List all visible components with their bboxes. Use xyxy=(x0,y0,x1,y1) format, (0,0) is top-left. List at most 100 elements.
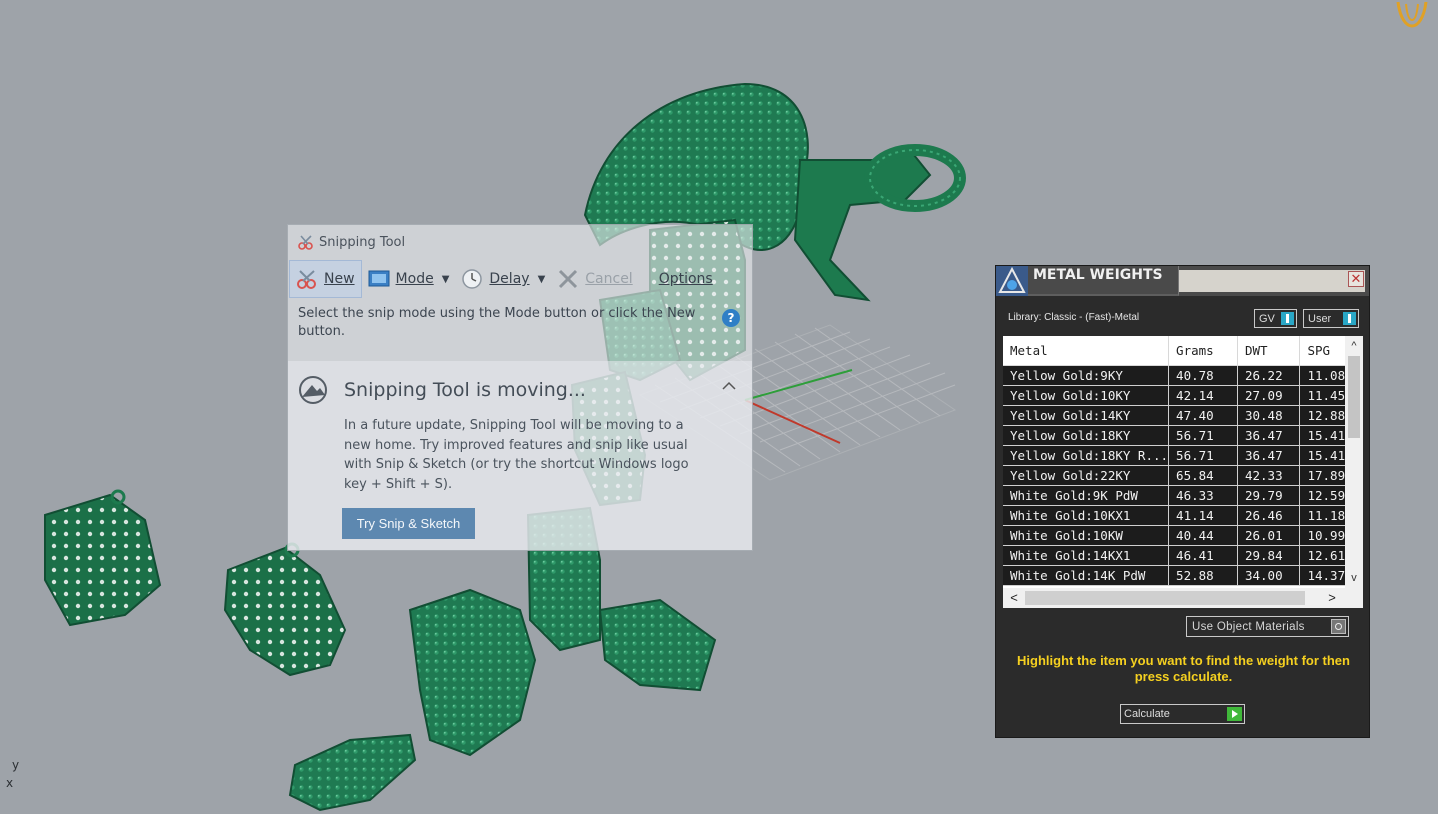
table-cell: White Gold:14KX1 xyxy=(1003,545,1170,566)
table-cell: 40.44 xyxy=(1168,525,1238,546)
table-cell: 56.71 xyxy=(1168,425,1238,446)
scrollbar-thumb[interactable] xyxy=(1025,591,1305,605)
table-cell: White Gold:9K PdW xyxy=(1003,485,1170,506)
notice-heading: Snipping Tool is moving... xyxy=(298,375,586,405)
scroll-left-icon[interactable]: < xyxy=(1005,588,1023,608)
metal-weights-header[interactable]: METAL WEIGHTS ✕ xyxy=(996,266,1369,296)
table-cell: 42.33 xyxy=(1237,465,1301,486)
cancel-button[interactable]: Cancel xyxy=(551,260,638,298)
rectangle-mode-icon xyxy=(368,270,390,287)
metal-table: Metal Grams DWT SPG Yellow Gold:9KY 40.78… xyxy=(1003,336,1363,586)
options-button-label: Options xyxy=(658,271,713,287)
table-cell: 26.22 xyxy=(1237,365,1301,386)
axis-x-label: x xyxy=(6,776,14,790)
mode-button[interactable]: Mode ▼ xyxy=(362,260,456,298)
cancel-button-label: Cancel xyxy=(585,271,633,287)
horizontal-scrollbar[interactable]: < > xyxy=(1003,588,1363,608)
vertical-scrollbar[interactable]: ^ v xyxy=(1345,336,1363,588)
scroll-right-icon[interactable]: > xyxy=(1323,588,1341,608)
column-header[interactable]: Metal xyxy=(1003,336,1170,366)
chevron-down-icon: ▼ xyxy=(441,273,450,285)
clock-icon xyxy=(462,269,483,289)
table-cell: Yellow Gold:14KY xyxy=(1003,405,1170,426)
table-cell: 41.14 xyxy=(1168,505,1238,526)
metal-weights-panel: METAL WEIGHTS ✕ Library: Classic - (Fast… xyxy=(995,265,1370,738)
table-header-row: Metal Grams DWT SPG xyxy=(1003,336,1363,366)
instruction-area: Select the snip mode using the Mode butt… xyxy=(288,299,752,339)
user-toggle[interactable]: User xyxy=(1303,309,1359,328)
notice-heading-text: Snipping Tool is moving... xyxy=(344,379,586,401)
gold-emblem-icon xyxy=(1396,1,1428,28)
table-cell: 27.09 xyxy=(1237,385,1301,406)
table-cell: Yellow Gold:22KY xyxy=(1003,465,1170,486)
table-cell: Yellow Gold:10KY xyxy=(1003,385,1170,406)
table-row[interactable]: White Gold:9K PdW 46.33 29.79 12.59 xyxy=(1003,485,1363,506)
delay-button[interactable]: Delay ▼ xyxy=(455,260,551,298)
column-header[interactable]: Grams xyxy=(1168,336,1238,366)
table-cell: Yellow Gold:18KY R... xyxy=(1003,445,1170,466)
scroll-down-icon[interactable]: v xyxy=(1345,570,1363,586)
table-cell: 52.88 xyxy=(1168,565,1238,586)
table-cell: 36.47 xyxy=(1237,425,1301,446)
table-row[interactable]: White Gold:14K PdW 52.88 34.00 14.37 xyxy=(1003,565,1363,586)
table-cell: 34.00 xyxy=(1237,565,1301,586)
scrollbar-thumb[interactable] xyxy=(1348,356,1360,438)
metal-weights-logo-icon xyxy=(996,266,1028,296)
table-row[interactable]: Yellow Gold:10KY 42.14 27.09 11.45 xyxy=(1003,385,1363,406)
chevron-up-icon[interactable] xyxy=(722,381,736,391)
delay-button-label: Delay xyxy=(489,271,530,287)
table-row[interactable]: White Gold:10KX1 41.14 26.46 11.18 xyxy=(1003,505,1363,526)
table-cell: 46.41 xyxy=(1168,545,1238,566)
table-cell: 40.78 xyxy=(1168,365,1238,386)
chevron-down-icon: ▼ xyxy=(537,273,546,285)
table-cell: 36.47 xyxy=(1237,445,1301,466)
table-cell: 46.33 xyxy=(1168,485,1238,506)
axis-y-label: y xyxy=(12,758,20,772)
calculate-button[interactable]: Calculate xyxy=(1120,704,1245,724)
table-row[interactable]: Yellow Gold:18KY R... 56.71 36.47 15.41 xyxy=(1003,445,1363,466)
table-cell: 65.84 xyxy=(1168,465,1238,486)
gv-toggle[interactable]: GV xyxy=(1254,309,1297,328)
new-button[interactable]: New xyxy=(289,260,362,298)
column-header[interactable]: DWT xyxy=(1237,336,1301,366)
metal-table-container[interactable]: Metal Grams DWT SPG Yellow Gold:9KY 40.78… xyxy=(1003,336,1363,608)
gv-toggle-label: GV xyxy=(1259,312,1275,325)
scroll-up-icon[interactable]: ^ xyxy=(1345,338,1363,354)
snip-sketch-icon xyxy=(299,376,327,404)
table-cell: 47.40 xyxy=(1168,405,1238,426)
table-cell: White Gold:14K PdW xyxy=(1003,565,1170,586)
use-object-materials-toggle[interactable]: Use Object Materials xyxy=(1186,616,1349,637)
table-cell: Yellow Gold:18KY xyxy=(1003,425,1170,446)
close-button[interactable]: ✕ xyxy=(1348,271,1364,287)
use-object-materials-label: Use Object Materials xyxy=(1192,620,1305,633)
table-row[interactable]: Yellow Gold:9KY 40.78 26.22 11.08 xyxy=(1003,365,1363,386)
table-row[interactable]: Yellow Gold:18KY 56.71 36.47 15.41 xyxy=(1003,425,1363,446)
calculate-button-label: Calculate xyxy=(1124,708,1170,720)
library-label: Library: Classic - (Fast)-Metal xyxy=(1008,312,1140,323)
panel-title: METAL WEIGHTS xyxy=(1033,267,1163,283)
table-row[interactable]: Yellow Gold:22KY 65.84 42.33 17.89 xyxy=(1003,465,1363,486)
title-bar-fill xyxy=(1179,270,1365,292)
table-cell: White Gold:10KX1 xyxy=(1003,505,1170,526)
table-row[interactable]: White Gold:14KX1 46.41 29.84 12.61 xyxy=(1003,545,1363,566)
snipping-tool-window[interactable]: Snipping Tool New Mode ▼ Delay ▼ Cancel … xyxy=(287,224,753,551)
table-cell: 29.84 xyxy=(1237,545,1301,566)
scissors-icon xyxy=(298,235,313,250)
table-row[interactable]: Yellow Gold:14KY 47.40 30.48 12.88 xyxy=(1003,405,1363,426)
toggle-switch-icon xyxy=(1343,312,1356,325)
table-cell: 29.79 xyxy=(1237,485,1301,506)
scissors-icon xyxy=(297,270,316,289)
table-cell: 56.71 xyxy=(1168,445,1238,466)
table-cell: 26.46 xyxy=(1237,505,1301,526)
radio-icon xyxy=(1331,619,1346,634)
help-icon[interactable]: ? xyxy=(722,309,740,327)
options-button[interactable]: Options xyxy=(653,260,719,298)
snipping-tool-titlebar[interactable]: Snipping Tool xyxy=(288,225,752,259)
table-cell: 26.01 xyxy=(1237,525,1301,546)
table-cell: Yellow Gold:9KY xyxy=(1003,365,1170,386)
toggle-switch-icon xyxy=(1281,312,1294,325)
table-row[interactable]: White Gold:10KW 40.44 26.01 10.99 xyxy=(1003,525,1363,546)
notice-body: In a future update, Snipping Tool will b… xyxy=(344,418,689,492)
try-snip-sketch-button[interactable]: Try Snip & Sketch xyxy=(342,508,475,539)
window-title: Snipping Tool xyxy=(319,234,406,250)
